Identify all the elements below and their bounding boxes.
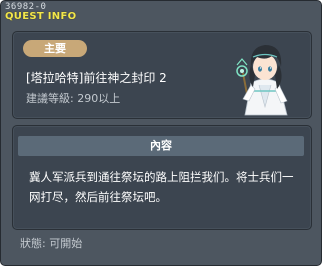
npc-portrait-icon	[236, 45, 288, 116]
quest-recommended-level: 建議等級: 290以上	[26, 92, 121, 105]
quest-name: [塔拉哈特]前往神之封印 2	[26, 71, 167, 85]
quest-type-badge: 主要	[23, 40, 87, 57]
quest-content-panel: 內容 冀人军派兵到通往祭坛的路上阻拦我们。将士兵们一网打尽，然后前往祭坛吧。	[12, 125, 312, 230]
quest-summary-panel: 主要 [塔拉哈特]前往神之封印 2 建議等級: 290以上	[12, 31, 312, 119]
content-header: 內容	[18, 136, 304, 156]
window-title[interactable]: QUEST INFO	[5, 11, 76, 23]
quest-info-window: 36982-0 QUEST INFO 主要 [塔拉哈特]前往神之封印 2 建議等…	[0, 0, 322, 266]
quest-status: 狀態: 可開始	[20, 237, 83, 250]
content-text: 冀人军派兵到通往祭坛的路上阻拦我们。将士兵们一网打尽，然后前往祭坛吧。	[29, 170, 294, 204]
